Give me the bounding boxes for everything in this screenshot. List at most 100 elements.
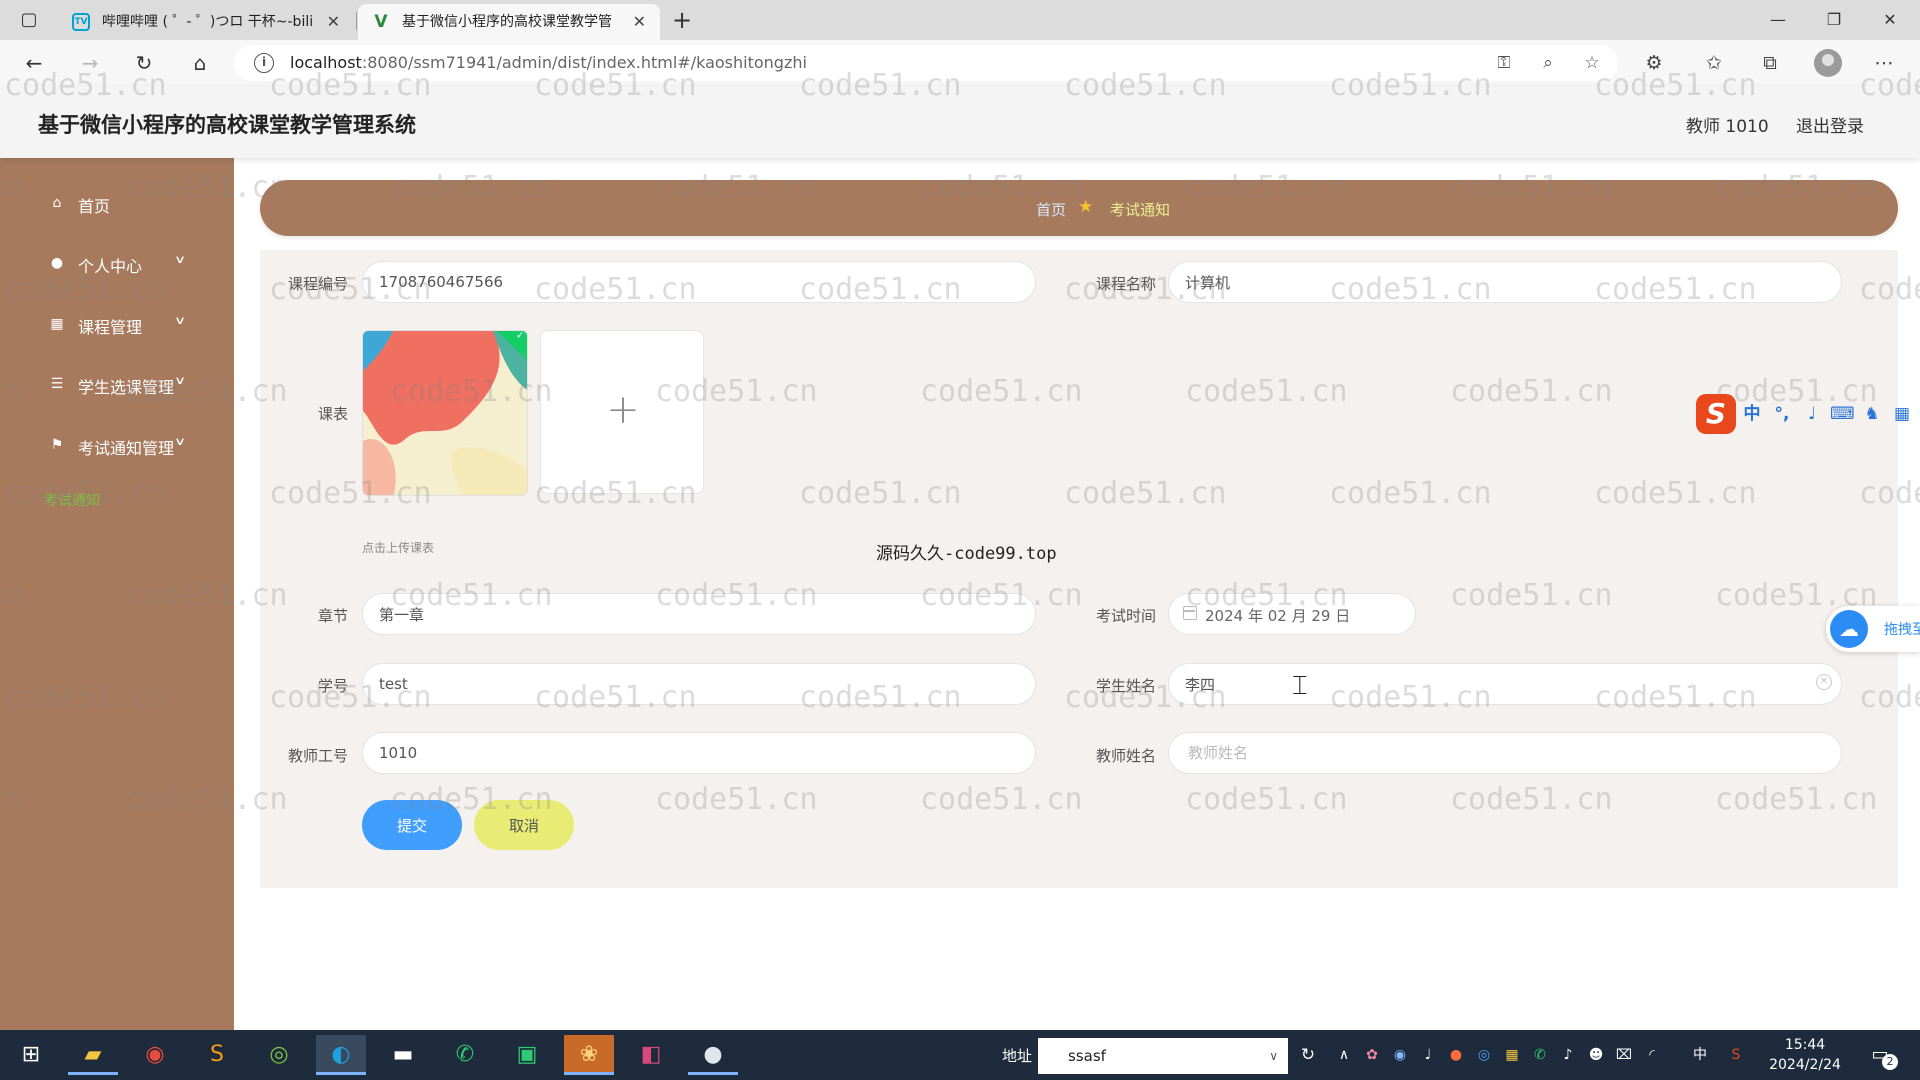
add-favorite-icon[interactable]: ☆ (1580, 51, 1604, 75)
volume-icon[interactable]: ♪ (1558, 1045, 1578, 1065)
sogou-ime-icon[interactable]: S (1696, 394, 1736, 434)
tray-app-icon[interactable]: ◎ (1474, 1045, 1494, 1065)
close-tab-icon[interactable]: ✕ (327, 4, 340, 40)
sidebar-item-courses[interactable]: ▦ 课程管理 ∨ (0, 304, 234, 344)
tray-input-icon[interactable]: ⌧ (1614, 1045, 1634, 1065)
tray-app-icon[interactable]: ● (1446, 1045, 1466, 1065)
breadcrumb-current: 考试通知 (1110, 201, 1171, 219)
taskbar-address-label: 地址 (1002, 1047, 1033, 1065)
chrome-icon[interactable]: ◉ (130, 1035, 180, 1075)
toolbox-icon[interactable]: ▦ (1890, 402, 1914, 426)
teacher-no-input[interactable] (362, 732, 1036, 774)
intellij-icon[interactable]: ◧ (626, 1035, 676, 1075)
home-browser-icon[interactable]: ⌂ (186, 49, 214, 77)
key-icon[interactable]: ⚿ (1492, 51, 1516, 75)
zoom-icon[interactable]: ⌕ (1536, 51, 1560, 75)
favorites-icon[interactable]: ✩ (1700, 49, 1728, 77)
app-header: 基于微信小程序的高校课堂教学管理系统 教师 1010 退出登录 (0, 86, 1920, 158)
skin-icon[interactable]: ♞ (1860, 402, 1884, 426)
tab-system[interactable]: V 基于微信小程序的高校课堂教学管理系统 ✕ (358, 4, 660, 40)
tray-app-icon[interactable]: ◉ (1390, 1045, 1410, 1065)
logout-link[interactable]: 退出登录 (1796, 112, 1864, 137)
profile-avatar[interactable] (1814, 49, 1842, 77)
info-icon[interactable]: i (254, 53, 274, 73)
new-tab-button[interactable]: + (668, 6, 696, 34)
taskbar-refresh-icon[interactable]: ↻ (1296, 1043, 1320, 1067)
notification-count: 2 (1882, 1054, 1898, 1070)
submit-button[interactable]: 提交 (362, 800, 462, 850)
back-icon[interactable]: ← (20, 49, 48, 77)
wifi-icon[interactable]: ◜ (1642, 1045, 1662, 1065)
sogou-tray-icon[interactable]: S (1726, 1045, 1746, 1065)
file-explorer-icon[interactable]: ▰ (68, 1035, 118, 1075)
terminal-icon[interactable]: ▬ (378, 1035, 428, 1075)
sidebar-item-label: 考试通知管理 (78, 439, 175, 458)
minimize-icon[interactable]: — (1758, 6, 1798, 34)
sidebar-item-profile[interactable]: ● 个人中心 ∨ (0, 243, 234, 283)
more-menu-icon[interactable]: ⋯ (1870, 49, 1898, 77)
tray-app-icon[interactable]: ▦ (1502, 1045, 1522, 1065)
url-text[interactable]: localhost:8080/ssm71941/admin/dist/index… (290, 53, 807, 72)
student-no-input[interactable] (362, 663, 1036, 705)
ime-indicator[interactable]: 中 (1690, 1045, 1710, 1065)
restore-icon[interactable]: ❐ (1814, 6, 1854, 34)
sidebar-subitem-exam-notice[interactable]: 考试通知 (44, 486, 224, 516)
breadcrumb-home[interactable]: 首页 (1036, 199, 1066, 220)
schedule-image-thumbnail[interactable] (362, 330, 528, 496)
edge-icon[interactable]: ◐ (316, 1035, 366, 1075)
upload-button[interactable]: + (540, 330, 704, 494)
cancel-button[interactable]: 取消 (474, 800, 574, 850)
sidebar-item-enrollment[interactable]: ☰ 学生选课管理 ∨ (0, 364, 234, 404)
drag-upload-widget[interactable]: ☁ 拖拽至 (1826, 606, 1920, 652)
course-name-input[interactable] (1168, 261, 1842, 303)
chapter-input[interactable] (362, 593, 1036, 635)
taskbar-address-input[interactable]: ssasf ∨ (1038, 1038, 1288, 1074)
clock-date: 2024/2/24 (1769, 1057, 1841, 1073)
keyboard-icon[interactable]: ⌨ (1830, 402, 1855, 426)
url-bar[interactable]: i localhost:8080/ssm71941/admin/dist/ind… (234, 45, 1618, 81)
course-no-input[interactable] (362, 261, 1036, 303)
wechat-icon[interactable]: ✆ (440, 1035, 490, 1075)
sublime-icon[interactable]: S (192, 1035, 242, 1075)
tray-app-icon[interactable]: ✿ (1362, 1045, 1382, 1065)
close-tab-icon[interactable]: ✕ (633, 4, 646, 40)
tray-mic-icon[interactable]: ♩ (1418, 1045, 1438, 1065)
chevron-down-icon: ∨ (173, 374, 187, 387)
refresh-icon[interactable]: ↻ (130, 49, 158, 77)
clear-input-icon[interactable]: ✕ (1816, 674, 1832, 690)
exam-time-value: 2024 年 02 月 29 日 (1205, 607, 1351, 625)
microphone-icon[interactable]: ♩ (1800, 402, 1824, 426)
app-orange-icon[interactable]: ❀ (564, 1035, 614, 1075)
chapter-label: 章节 (317, 607, 348, 625)
tray-qq-icon[interactable]: ☻ (1586, 1045, 1606, 1065)
chevron-down-icon[interactable]: ∨ (1269, 1038, 1278, 1074)
current-user: 教师 1010 (1686, 117, 1769, 137)
tray-expand-icon[interactable]: ∧ (1334, 1045, 1354, 1065)
pycharm-icon[interactable]: ▣ (502, 1035, 552, 1075)
sidebar-item-home[interactable]: ⌂ 首页 (0, 183, 234, 223)
sidebar-item-exam-notice-mgmt[interactable]: ⚑ 考试通知管理 ∨ (0, 425, 234, 465)
extensions-icon[interactable]: ⚙ (1640, 49, 1668, 77)
teacher-name-input[interactable] (1168, 732, 1842, 774)
browser-toolbar: ← → ↻ ⌂ i localhost:8080/ssm71941/admin/… (0, 40, 1920, 86)
collections-icon[interactable]: ⧉ (1756, 49, 1784, 77)
student-name-input[interactable] (1168, 663, 1842, 705)
user-icon: ● (50, 255, 64, 271)
chat-app-icon[interactable]: ● (688, 1035, 738, 1075)
tab-actions-icon[interactable]: ▢ (18, 9, 40, 31)
tab-bilibili[interactable]: TV 哔哩哔哩 ( ゜- ゜)つロ 干杯~-bilibili ✕ (58, 4, 354, 40)
taskbar-address-value: ssasf (1068, 1047, 1106, 1065)
vue-icon: V (374, 12, 388, 32)
browser-360-icon[interactable]: ◎ (254, 1035, 304, 1075)
schedule-label: 课表 (317, 405, 348, 423)
exam-time-picker[interactable]: 2024 年 02 月 29 日 (1168, 593, 1416, 635)
sidebar-item-label: 首页 (78, 197, 111, 216)
punctuation-icon[interactable]: °, (1770, 402, 1794, 426)
clock[interactable]: 15:44 2024/2/24 (1760, 1035, 1850, 1075)
teacher-name-label: 教师姓名 (1095, 747, 1156, 765)
close-window-icon[interactable]: ✕ (1870, 6, 1910, 34)
forward-icon[interactable]: → (76, 49, 104, 77)
tray-wechat-icon[interactable]: ✆ (1530, 1045, 1550, 1065)
ime-chinese-toggle[interactable]: 中 (1740, 402, 1764, 426)
start-menu-icon[interactable]: ⊞ (6, 1035, 56, 1075)
